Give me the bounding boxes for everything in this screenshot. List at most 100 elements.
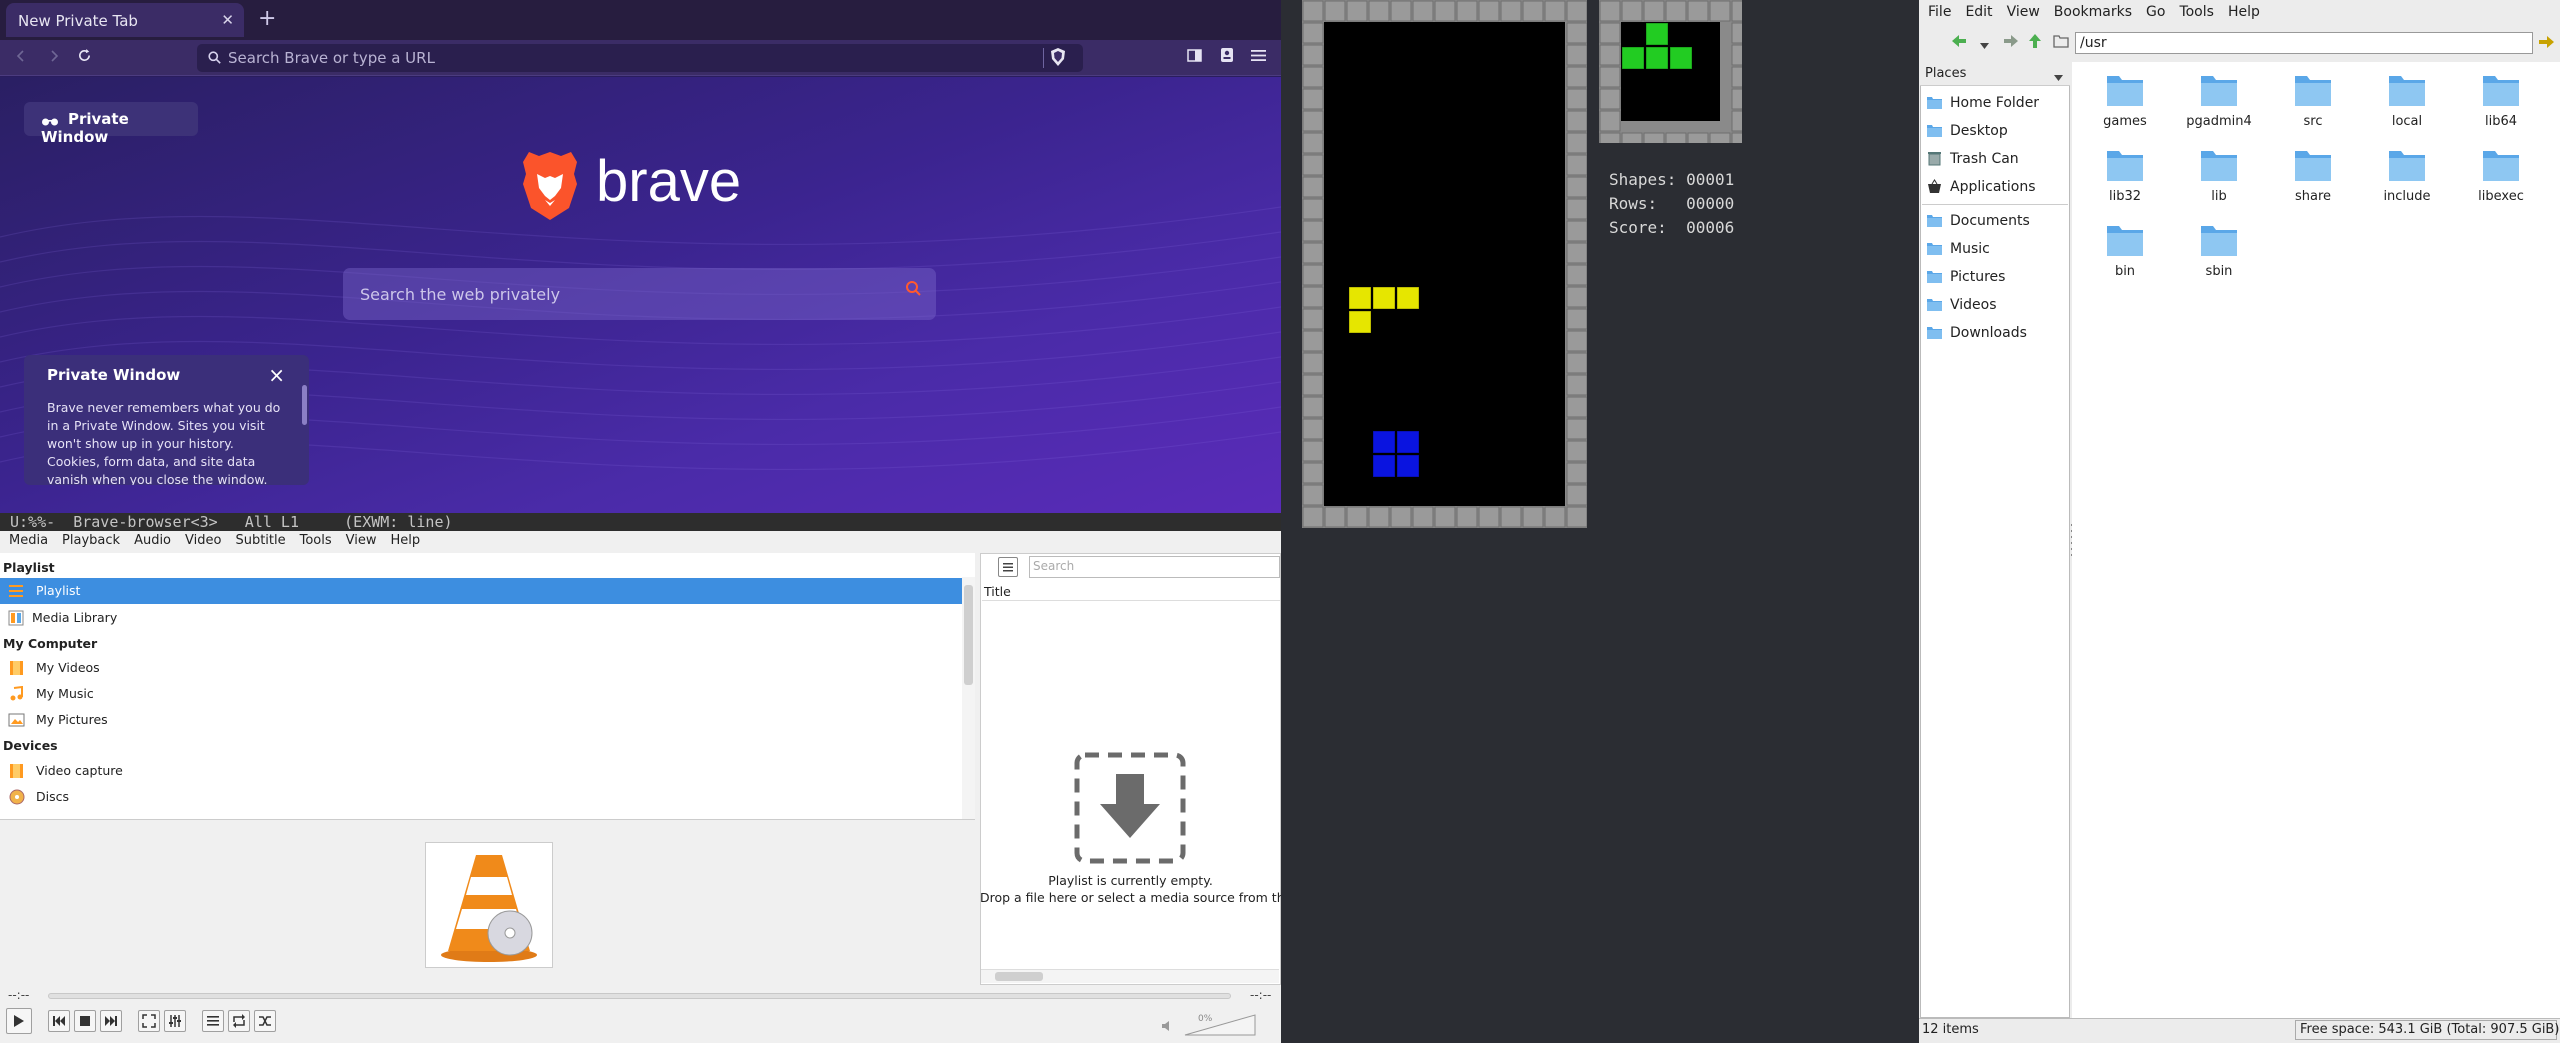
web-search-box[interactable]: Search the web privately bbox=[343, 268, 936, 320]
sidebar-item-playlist[interactable]: Playlist bbox=[0, 578, 962, 604]
file-item-libexec[interactable]: libexec bbox=[2461, 145, 2541, 204]
file-item-lib[interactable]: lib bbox=[2179, 145, 2259, 204]
previous-button[interactable] bbox=[48, 1010, 70, 1032]
fm-menu-go[interactable]: Go bbox=[2137, 0, 2170, 20]
menu-icon[interactable] bbox=[1251, 47, 1266, 66]
sidebar-item-my-music[interactable]: My Music bbox=[0, 681, 962, 707]
scroll-thumb[interactable] bbox=[964, 585, 973, 685]
back-icon[interactable] bbox=[14, 48, 28, 68]
card-scrollbar[interactable] bbox=[302, 385, 307, 425]
fm-back-icon[interactable] bbox=[1951, 34, 1967, 52]
loop-button[interactable] bbox=[228, 1010, 250, 1032]
url-bar[interactable]: Search Brave or type a URL bbox=[197, 44, 1083, 72]
border-tile bbox=[1368, 506, 1390, 528]
menu-audio[interactable]: Audio bbox=[125, 531, 176, 548]
reload-icon[interactable] bbox=[77, 48, 92, 68]
private-window-badge[interactable]: Private Window bbox=[24, 102, 198, 146]
menu-help[interactable]: Help bbox=[382, 531, 426, 548]
volume-slider[interactable] bbox=[1183, 1013, 1257, 1037]
place-item-applications[interactable]: Applications bbox=[1920, 174, 2070, 200]
seek-slider[interactable] bbox=[48, 993, 1231, 999]
fullscreen-button[interactable] bbox=[138, 1010, 160, 1032]
file-item-lib64[interactable]: lib64 bbox=[2461, 70, 2541, 129]
fm-menu-view[interactable]: View bbox=[1998, 0, 2045, 20]
forward-icon[interactable] bbox=[47, 48, 61, 68]
tab-close-icon[interactable]: ✕ bbox=[221, 11, 234, 29]
places-header[interactable]: Places bbox=[1920, 62, 2070, 86]
file-item-sbin[interactable]: sbin bbox=[2179, 220, 2259, 279]
home-folder-icon bbox=[1926, 95, 1943, 110]
fm-forward-icon[interactable] bbox=[2003, 34, 2019, 52]
file-label: sbin bbox=[2205, 264, 2233, 279]
mute-icon[interactable] bbox=[1161, 1020, 1173, 1036]
place-item-downloads[interactable]: Downloads bbox=[1920, 320, 2070, 346]
playlist-hscrollbar[interactable] bbox=[981, 969, 1279, 983]
tab-new-private[interactable]: New Private Tab ✕ bbox=[6, 3, 244, 37]
place-item-trash-can[interactable]: Trash Can bbox=[1920, 146, 2070, 172]
new-tab-button[interactable]: + bbox=[258, 6, 276, 31]
playlist-search-input[interactable]: Search bbox=[1029, 556, 1280, 578]
brave-lion-logo bbox=[517, 148, 583, 222]
file-item-src[interactable]: src bbox=[2273, 70, 2353, 129]
sidebar-item-video-capture[interactable]: Video capture bbox=[0, 758, 962, 784]
sidebar-item-my-videos[interactable]: My Videos bbox=[0, 655, 962, 681]
file-item-bin[interactable]: bin bbox=[2085, 220, 2165, 279]
file-item-include[interactable]: include bbox=[2367, 145, 2447, 204]
playlist-view-button[interactable] bbox=[998, 557, 1018, 577]
sidebar-scrollbar[interactable] bbox=[962, 577, 975, 819]
file-item-pgadmin4[interactable]: pgadmin4 bbox=[2179, 70, 2259, 129]
border-tile bbox=[1302, 176, 1324, 198]
fm-menu-edit[interactable]: Edit bbox=[1956, 0, 1997, 20]
shuffle-button[interactable] bbox=[254, 1010, 276, 1032]
folder-icon bbox=[2481, 70, 2521, 110]
play-button[interactable] bbox=[6, 1008, 32, 1034]
file-item-lib32[interactable]: lib32 bbox=[2085, 145, 2165, 204]
fm-go-icon[interactable] bbox=[2537, 34, 2555, 54]
menu-subtitle[interactable]: Subtitle bbox=[226, 531, 290, 548]
file-item-local[interactable]: local bbox=[2367, 70, 2447, 129]
places-dropdown-icon[interactable] bbox=[2054, 70, 2063, 85]
border-tile bbox=[1478, 0, 1500, 22]
menu-tools[interactable]: Tools bbox=[291, 531, 337, 548]
border-tile bbox=[1544, 506, 1566, 528]
toggle-playlist-button[interactable] bbox=[202, 1010, 224, 1032]
file-label: bin bbox=[2114, 264, 2136, 279]
menu-view[interactable]: View bbox=[337, 531, 382, 548]
fm-menu-file[interactable]: File bbox=[1919, 0, 1956, 20]
border-tile bbox=[1434, 506, 1456, 528]
wallet-icon[interactable] bbox=[1220, 47, 1234, 67]
menu-media[interactable]: Media bbox=[0, 531, 53, 548]
fm-history-dropdown-icon[interactable] bbox=[1980, 38, 1989, 53]
stop-button[interactable] bbox=[74, 1010, 96, 1032]
border-tile bbox=[1566, 154, 1587, 176]
next-block bbox=[1645, 22, 1669, 46]
brave-search-icon[interactable] bbox=[905, 280, 921, 301]
place-item-videos[interactable]: Videos bbox=[1920, 292, 2070, 318]
sidebar-toggle-icon[interactable] bbox=[1187, 47, 1202, 66]
card-close-icon[interactable]: × bbox=[268, 363, 285, 387]
sidebar-label-video-capture: Video capture bbox=[36, 763, 123, 778]
file-item-share[interactable]: share bbox=[2273, 145, 2353, 204]
fm-folder-icon[interactable] bbox=[2053, 34, 2069, 52]
sidebar-item-discs[interactable]: Discs bbox=[0, 784, 962, 810]
menu-video[interactable]: Video bbox=[176, 531, 226, 548]
fm-menu-tools[interactable]: Tools bbox=[2170, 0, 2219, 20]
sidebar-item-my-pictures[interactable]: My Pictures bbox=[0, 707, 962, 733]
place-item-home-folder[interactable]: Home Folder bbox=[1920, 90, 2070, 116]
place-item-pictures[interactable]: Pictures bbox=[1920, 264, 2070, 290]
menu-playback[interactable]: Playback bbox=[53, 531, 125, 548]
place-item-music[interactable]: Music bbox=[1920, 236, 2070, 262]
place-item-desktop[interactable]: Desktop bbox=[1920, 118, 2070, 144]
fm-path-input[interactable]: /usr bbox=[2075, 32, 2533, 54]
file-item-games[interactable]: games bbox=[2085, 70, 2165, 129]
next-button[interactable] bbox=[100, 1010, 122, 1032]
extended-settings-button[interactable] bbox=[164, 1010, 186, 1032]
brave-shields-icon[interactable] bbox=[1049, 47, 1071, 69]
fm-menu-bookmarks[interactable]: Bookmarks bbox=[2045, 0, 2137, 20]
fm-up-icon[interactable] bbox=[2028, 33, 2042, 53]
fm-menu-help[interactable]: Help bbox=[2219, 0, 2265, 20]
column-header-title[interactable]: Title bbox=[982, 582, 1280, 601]
sidebar-item-media-library[interactable]: Media Library bbox=[0, 605, 962, 631]
place-item-documents[interactable]: Documents bbox=[1920, 208, 2070, 234]
hscroll-thumb[interactable] bbox=[995, 972, 1043, 981]
